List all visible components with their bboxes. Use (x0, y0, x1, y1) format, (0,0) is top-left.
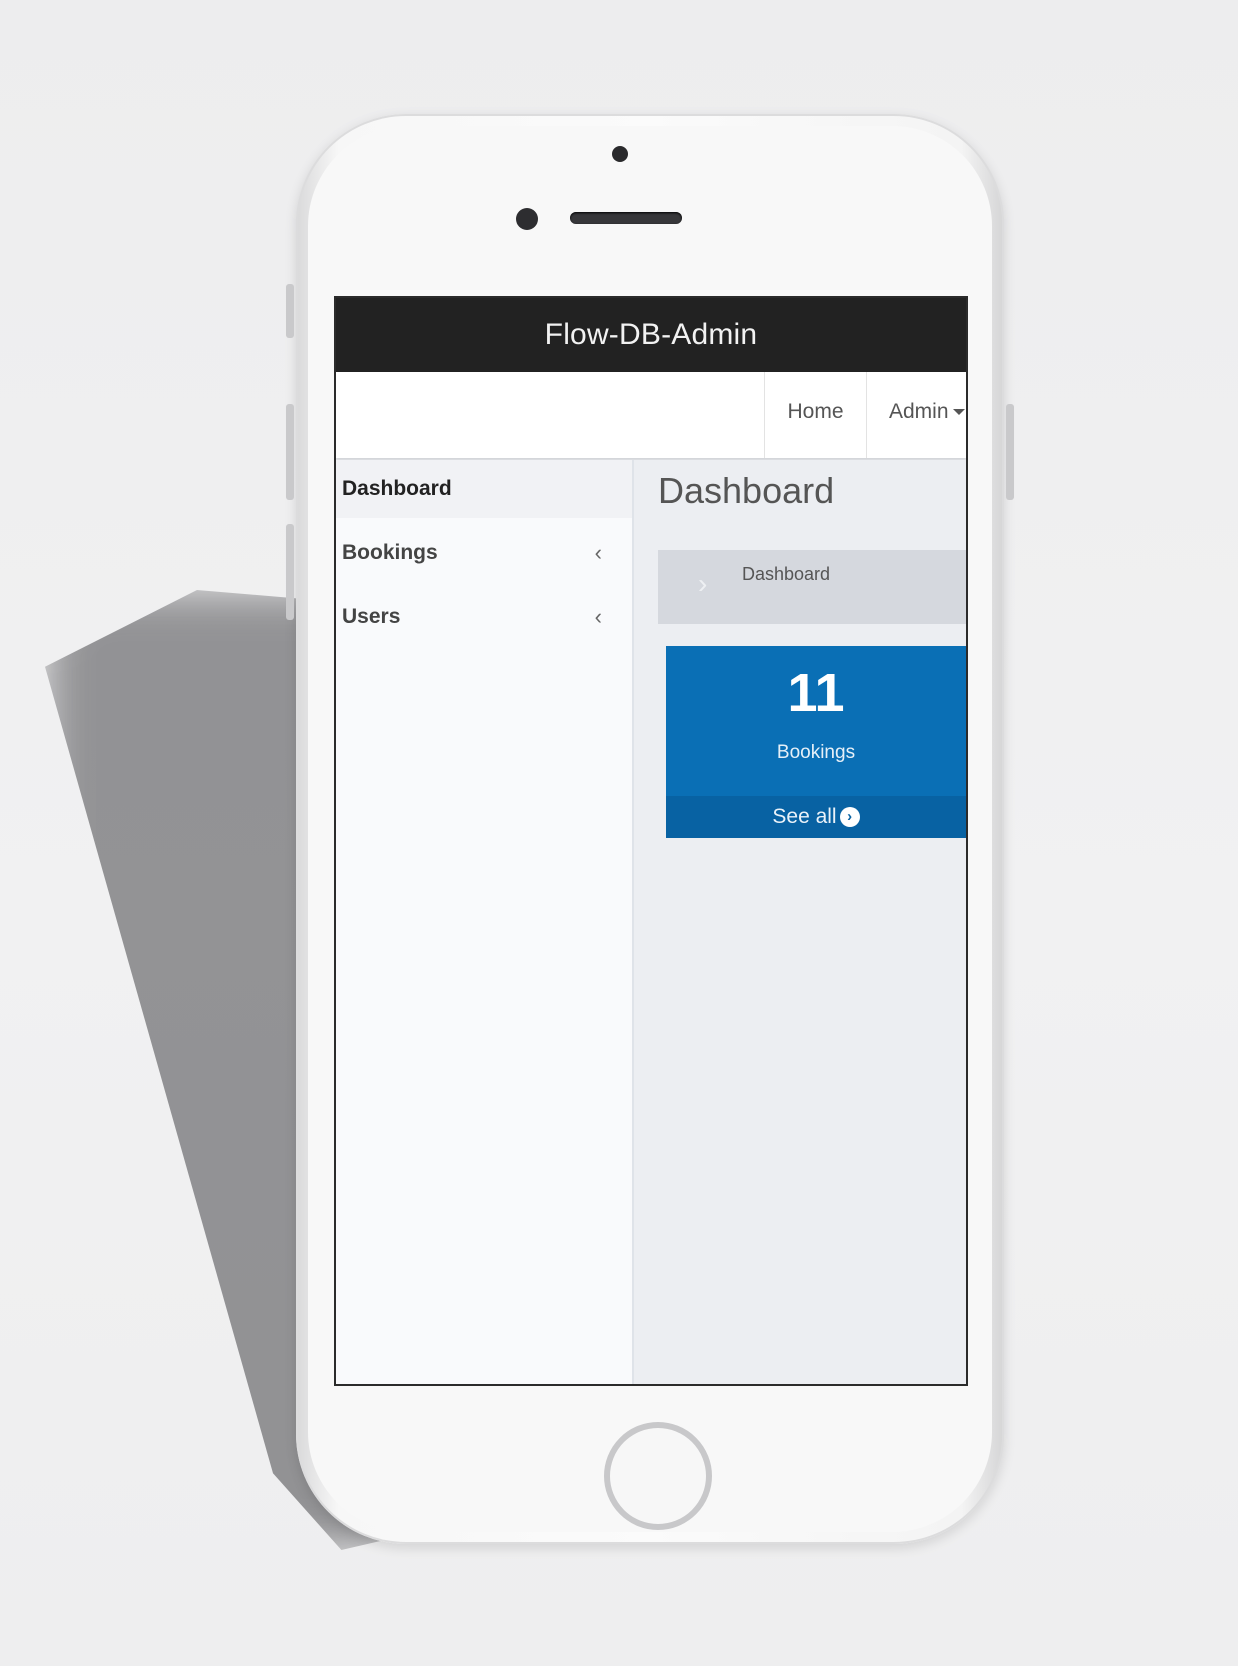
nav-home-link[interactable]: Home (764, 372, 866, 458)
power-button (1006, 404, 1014, 500)
earpiece-speaker (570, 212, 682, 224)
home-button[interactable] (604, 1422, 712, 1530)
volume-down-button (286, 524, 294, 620)
sidebar-item-users[interactable]: Users ‹ (336, 588, 632, 646)
stat-label: Bookings (776, 742, 856, 763)
see-all-label: See all (772, 805, 837, 828)
sidebar-item-label: Bookings (342, 541, 438, 564)
mute-switch (286, 284, 294, 338)
sidebar-item-label: Users (342, 605, 401, 628)
nav-admin-label: Admin (889, 400, 949, 423)
top-navbar: Home Admin (336, 372, 966, 458)
sidebar-item-label: Dashboard (342, 477, 452, 500)
page-title: Dashboard (658, 470, 835, 511)
stat-value: 11 (787, 663, 845, 723)
sidebar: Dashboard Bookings ‹ Users ‹ (336, 460, 634, 1384)
nav-admin-dropdown[interactable]: Admin (866, 372, 966, 458)
breadcrumb: › Dashboard (658, 550, 966, 624)
chevron-left-icon: ‹ (594, 540, 602, 565)
bookings-stat-box: 11 Bookings See all › (666, 646, 966, 838)
sensor-icon (516, 208, 538, 230)
app-title: Flow-DB-Admin (336, 298, 966, 372)
phone-screen: Flow-DB-Admin Home Admin Dashboard Booki… (334, 296, 968, 1386)
front-camera-icon (612, 146, 628, 162)
breadcrumb-item[interactable]: Dashboard (742, 564, 830, 585)
sidebar-item-bookings[interactable]: Bookings ‹ (336, 524, 632, 582)
see-all-link[interactable]: See all › (666, 796, 966, 838)
volume-up-button (286, 404, 294, 500)
caret-down-icon (952, 409, 965, 416)
chevron-left-icon: ‹ (594, 604, 602, 629)
sidebar-item-dashboard[interactable]: Dashboard (336, 460, 632, 518)
main-content: Dashboard › Dashboard 11 Bookings See al… (634, 460, 966, 1384)
chevron-right-icon: › (698, 568, 708, 599)
arrow-circle-right-icon: › (839, 807, 860, 828)
